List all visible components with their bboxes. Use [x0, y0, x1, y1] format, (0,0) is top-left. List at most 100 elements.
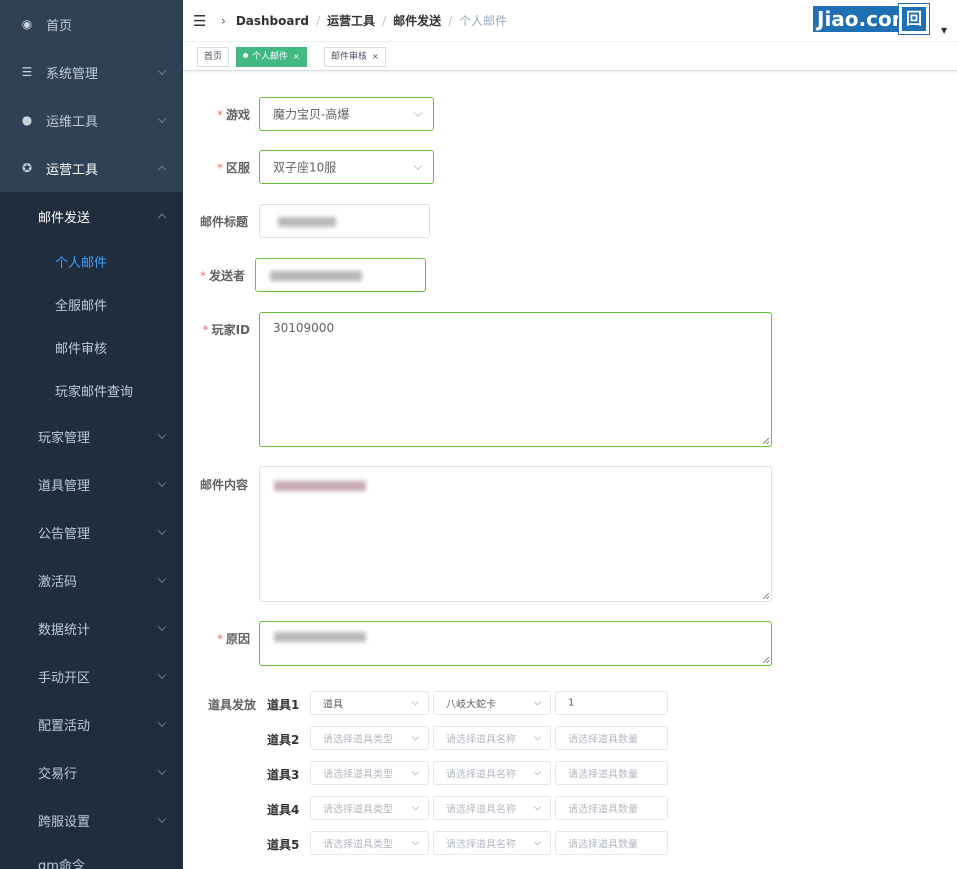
item-name-select[interactable]: 请选择道具名称: [433, 726, 551, 750]
sidebar-item-label: 配置活动: [38, 718, 91, 734]
sidebar-item-trade[interactable]: 交易行: [0, 748, 183, 796]
tag-mail-review[interactable]: 邮件审核 ×: [324, 47, 386, 67]
item-type-select[interactable]: 请选择道具类型: [310, 796, 429, 820]
active-dot-icon: [243, 53, 248, 58]
chevron-down-icon: [157, 526, 167, 536]
server-select[interactable]: 双子座10服: [259, 150, 434, 184]
tag-personal-mail[interactable]: 个人邮件 ×: [236, 47, 307, 67]
item-name-select[interactable]: 请选择道具名称: [433, 796, 551, 820]
sidebar-item-prop-manage[interactable]: 道具管理: [0, 460, 183, 508]
close-icon[interactable]: ×: [293, 52, 300, 61]
dashboard-icon: ◉: [21, 17, 33, 31]
items-label-text: 道具发放: [208, 698, 257, 712]
chevron-down-icon: [157, 670, 167, 680]
sidebar-item-server-mail[interactable]: 全服邮件: [0, 283, 183, 326]
breadcrumb-current: 个人邮件: [459, 14, 508, 28]
resize-handle-icon[interactable]: [763, 593, 769, 599]
sidebar-item-notice-manage[interactable]: 公告管理: [0, 508, 183, 556]
reason-textarea[interactable]: [259, 621, 772, 666]
item-count-input[interactable]: 请选择道具数量: [555, 831, 668, 855]
item-value: 1: [568, 697, 575, 709]
placeholder-text: 请选择道具数量: [568, 769, 638, 781]
breadcrumb-separator: /: [448, 13, 453, 28]
placeholder-text: 请选择道具名称: [446, 804, 516, 816]
sidebar-item-activation-code[interactable]: 激活码: [0, 556, 183, 604]
mail-content-textarea[interactable]: [259, 466, 772, 602]
sidebar-item-label: 跨服设置: [38, 814, 91, 830]
placeholder-text: 请选择道具类型: [323, 769, 393, 781]
tags-view: 首页 个人邮件 × 邮件审核 ×: [183, 43, 957, 71]
chevron-down-icon: [533, 733, 542, 741]
required-mark: *: [202, 323, 209, 337]
sidebar-item-system[interactable]: ☰ 系统管理: [0, 48, 183, 96]
sidebar-item-player-manage[interactable]: 玩家管理: [0, 412, 183, 460]
sender-input[interactable]: [255, 258, 426, 292]
placeholder-text: 请选择道具数量: [568, 734, 638, 746]
item-type-select[interactable]: 请选择道具类型: [310, 726, 429, 750]
item-name-select[interactable]: 请选择道具名称: [433, 761, 551, 785]
resize-handle-icon[interactable]: [763, 438, 769, 444]
item-name-select[interactable]: 请选择道具名称: [433, 831, 551, 855]
sidebar-item-cross-server[interactable]: 跨服设置: [0, 796, 183, 844]
game-select[interactable]: 魔力宝贝-高爆: [259, 97, 434, 131]
sidebar-item-config-activity[interactable]: 配置活动: [0, 700, 183, 748]
placeholder-text: 请选择道具数量: [568, 804, 638, 816]
sidebar: ◉ 首页 ☰ 系统管理 ● 运维工具 ✪ 运营工具 邮件发送 个人邮件 全服邮件: [0, 0, 183, 869]
sidebar-item-label: 运维工具: [46, 114, 99, 130]
item-count-input[interactable]: 1: [555, 691, 668, 715]
sidebar-item-label: 激活码: [38, 574, 78, 590]
avatar[interactable]: 回: [899, 4, 929, 34]
chevron-down-icon: [533, 698, 542, 706]
hamburger-icon[interactable]: ☰: [193, 12, 206, 30]
chevron-down-icon: [413, 108, 423, 118]
sidebar-item-manual-open[interactable]: 手动开区: [0, 652, 183, 700]
sidebar-item-player-mail-query[interactable]: 玩家邮件查询: [0, 369, 183, 412]
breadcrumb-separator: /: [316, 13, 321, 28]
item-value: 八岐大蛇卡: [446, 699, 496, 711]
game-value: 魔力宝贝-高爆: [273, 107, 350, 122]
item-name-select[interactable]: 八岐大蛇卡: [433, 691, 551, 715]
placeholder-text: 请选择道具类型: [323, 839, 393, 851]
resize-handle-icon[interactable]: [763, 657, 769, 663]
sidebar-item-personal-mail[interactable]: 个人邮件: [0, 240, 183, 283]
sidebar-item-label: 全服邮件: [55, 299, 108, 314]
globe-icon: ●: [21, 113, 33, 127]
item-type-select[interactable]: 请选择道具类型: [310, 761, 429, 785]
sidebar-item-label: 首页: [46, 18, 73, 34]
sidebar-item-ops[interactable]: ● 运维工具: [0, 96, 183, 144]
breadcrumb-item[interactable]: 运营工具: [327, 12, 375, 29]
item-label: 道具4: [267, 803, 300, 817]
required-mark: *: [199, 269, 206, 283]
content-label: 邮件内容: [200, 476, 248, 493]
redacted-text: [274, 481, 366, 491]
mail-title-input[interactable]: [259, 204, 430, 238]
sidebar-item-mail-send[interactable]: 邮件发送: [0, 192, 183, 240]
sidebar-item-mail-review[interactable]: 邮件审核: [0, 326, 183, 369]
item-count-input[interactable]: 请选择道具数量: [555, 726, 668, 750]
placeholder-text: 请选择道具名称: [446, 769, 516, 781]
chevron-down-icon: [157, 766, 167, 776]
sidebar-item-gm-command[interactable]: gm命令: [0, 844, 183, 869]
sidebar-item-operation[interactable]: ✪ 运营工具: [0, 144, 183, 192]
chevron-down-icon: [413, 161, 423, 171]
sidebar-item-label: 个人邮件: [55, 256, 108, 271]
caret-down-icon[interactable]: ▼: [941, 26, 947, 35]
tag-label: 首页: [204, 52, 223, 62]
tag-home[interactable]: 首页: [197, 47, 230, 67]
item-count-input[interactable]: 请选择道具数量: [555, 761, 668, 785]
player-id-label-text: 玩家ID: [211, 323, 250, 337]
sidebar-item-label: 玩家管理: [38, 430, 91, 446]
chevron-down-icon: [411, 768, 420, 776]
redacted-text: [278, 217, 336, 227]
sidebar-item-statistics[interactable]: 数据统计: [0, 604, 183, 652]
player-id-textarea[interactable]: 30109000: [259, 312, 772, 447]
chevron-down-icon: [157, 478, 167, 488]
breadcrumb-item[interactable]: 邮件发送: [393, 12, 441, 29]
item-type-select[interactable]: 道具: [310, 691, 429, 715]
breadcrumb-item[interactable]: Dashboard: [236, 14, 309, 28]
server-value: 双子座10服: [273, 160, 337, 175]
item-count-input[interactable]: 请选择道具数量: [555, 796, 668, 820]
sidebar-item-home[interactable]: ◉ 首页: [0, 0, 183, 48]
item-type-select[interactable]: 请选择道具类型: [310, 831, 429, 855]
close-icon[interactable]: ×: [372, 52, 379, 61]
